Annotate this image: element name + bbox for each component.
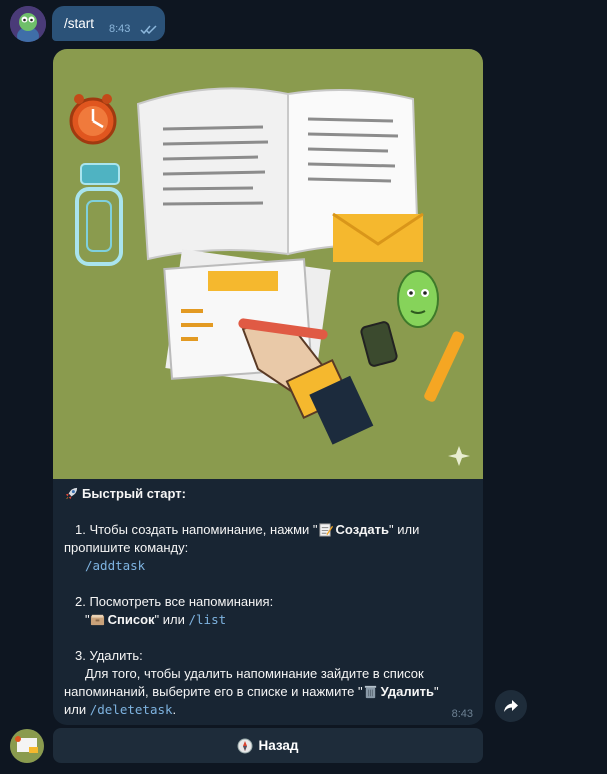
addtask-command[interactable]: /addtask (85, 558, 145, 573)
alarm-clock-icon (69, 94, 117, 145)
step3-line2: напоминаний, выберите его в списке и наж… (64, 684, 439, 699)
step1-line: 1. Чтобы создать напоминание, нажми " Соз… (75, 522, 420, 537)
card-index-icon (90, 614, 104, 626)
step3-line3: или /deletetask. (64, 702, 177, 717)
green-face-icon (397, 270, 439, 328)
back-button[interactable]: Назад (53, 728, 483, 763)
user-avatar[interactable] (10, 6, 46, 42)
memo-icon (318, 523, 333, 537)
deletetask-command[interactable]: /deletetask (90, 702, 173, 717)
step1-line2: пропишите команду: (64, 540, 189, 555)
notebook-illustration[interactable] (53, 49, 483, 479)
compass-icon (237, 738, 253, 753)
list-button-label: Список (107, 612, 155, 627)
double-check-icon (140, 25, 157, 35)
step3-title: 3. Удалить: (75, 648, 143, 663)
outgoing-message[interactable]: /start 8:43 (52, 6, 165, 41)
outgoing-message-text: /start (64, 16, 95, 31)
rocket-icon (65, 487, 78, 500)
share-button[interactable] (495, 690, 527, 722)
wastebasket-icon (364, 685, 376, 699)
step2-line: " Список" или /list (85, 612, 227, 627)
bot-message-time: 8:43 (451, 708, 473, 720)
list-command[interactable]: /list (189, 612, 227, 627)
delete-button-label: Удалить (380, 684, 434, 699)
quick-start-title: Быстрый старт: (64, 485, 476, 503)
back-button-label: Назад (258, 738, 299, 753)
step3-line1: Для того, чтобы удалить напоминание зайд… (85, 666, 424, 681)
outgoing-message-time: 8:43 (109, 23, 131, 35)
share-arrow-icon (504, 700, 518, 712)
bot-avatar[interactable] (10, 729, 44, 763)
step2-title: 2. Посмотреть все напоминания: (75, 594, 274, 609)
bot-message-text: Быстрый старт: 1. Чтобы создать напомина… (64, 485, 476, 719)
envelope-icon (332, 212, 424, 262)
bot-message: Быстрый старт: 1. Чтобы создать напомина… (53, 49, 483, 725)
create-button-label: Создать (335, 522, 390, 537)
